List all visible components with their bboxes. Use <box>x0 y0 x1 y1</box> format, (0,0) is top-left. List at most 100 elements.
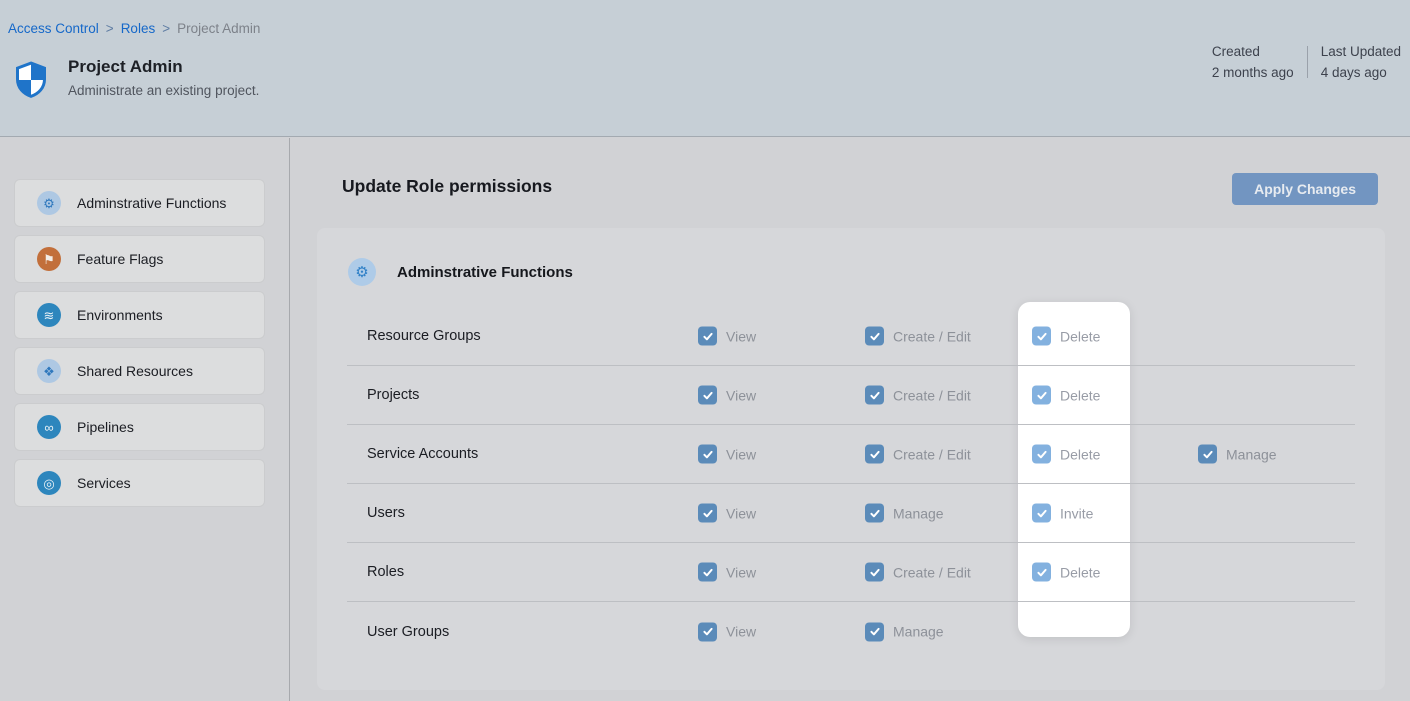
permission-projects-create-edit: Create / Edit <box>865 386 971 405</box>
permission-label: Create / Edit <box>893 387 971 403</box>
sidebar: ⚙ Adminstrative Functions ⚑ Feature Flags ≋E… <box>0 138 290 701</box>
page-title: Project Admin <box>68 57 183 77</box>
created-block: Created 2 months ago <box>1212 44 1294 80</box>
checkbox-view[interactable] <box>698 445 717 464</box>
resource-name: Projects <box>367 387 419 403</box>
permission-label: View <box>726 328 756 344</box>
permission-service-accounts-create-edit: Create / Edit <box>865 445 971 464</box>
permission-roles-delete: Delete <box>1032 563 1100 582</box>
checkbox-delete[interactable] <box>1032 386 1051 405</box>
permission-resource-groups-delete: Delete <box>1032 327 1100 346</box>
permission-resource-groups-create-edit: Create / Edit <box>865 327 971 346</box>
permissions-card: ⚙ Adminstrative Functions Resource Group… <box>317 228 1385 690</box>
permission-label: Delete <box>1060 564 1100 580</box>
permission-row-projects: Projects View Create / Edit Delete <box>347 366 1355 425</box>
card-title: Adminstrative Functions <box>397 264 573 281</box>
created-value: 2 months ago <box>1212 65 1294 80</box>
checkbox-view[interactable] <box>698 327 717 346</box>
sidebar-item-feature-flags[interactable]: ⚑ Feature Flags <box>14 235 265 283</box>
permission-label: View <box>726 624 756 640</box>
sidebar-nav: ⚙ Adminstrative Functions ⚑ Feature Flags ≋E… <box>0 138 289 507</box>
permission-roles-create-edit: Create / Edit <box>865 563 971 582</box>
resource-name: Roles <box>367 564 404 580</box>
checkbox-view[interactable] <box>698 622 717 641</box>
permission-label: View <box>726 505 756 521</box>
permission-user-groups-view: View <box>698 622 756 641</box>
flag-icon: ⚑ <box>37 247 61 271</box>
permission-row-roles: Roles View Create / Edit Delete <box>347 543 1355 602</box>
checkbox-create-edit[interactable] <box>865 327 884 346</box>
sidebar-item-shared-resources[interactable]: ❖ Shared Resources <box>14 347 265 395</box>
sidebar-item-adminstrative-functions[interactable]: ⚙ Adminstrative Functions <box>14 179 265 227</box>
permission-label: Delete <box>1060 446 1100 462</box>
checkbox-manage[interactable] <box>865 622 884 641</box>
permission-label: Create / Edit <box>893 446 971 462</box>
checkbox-delete[interactable] <box>1032 563 1051 582</box>
sidebar-item-services[interactable]: ◎ Services <box>14 459 265 507</box>
page-header: Access Control>Roles>Project Admin Proje… <box>0 0 1410 137</box>
checkbox-view[interactable] <box>698 504 717 523</box>
shield-icon <box>13 61 49 99</box>
permission-users-manage: Manage <box>865 504 944 523</box>
checkbox-create-edit[interactable] <box>865 563 884 582</box>
breadcrumb-item-project-admin: Project Admin <box>177 21 260 36</box>
page: Access Control>Roles>Project Admin Proje… <box>0 0 1410 701</box>
permission-rows: Resource GroupsViewCreate / EditDeletePr… <box>347 307 1355 661</box>
main-panel: Update Role permissions Apply Changes ⚙ … <box>290 138 1410 701</box>
permission-row-resource-groups: Resource Groups View Create / Edit Delete <box>347 307 1355 366</box>
sidebar-item-pipelines[interactable]: ∞Pipelines <box>14 403 265 451</box>
resource-name: Resource Groups <box>367 328 481 344</box>
checkbox-delete[interactable] <box>1032 327 1051 346</box>
breadcrumb-item-access-control[interactable]: Access Control <box>8 21 99 36</box>
permission-label: Create / Edit <box>893 328 971 344</box>
shared-resources-icon: ❖ <box>37 359 61 383</box>
permission-row-service-accounts: Service AccountsViewCreate / EditDeleteM… <box>347 425 1355 484</box>
permission-label: Manage <box>893 505 944 521</box>
breadcrumb-separator: > <box>106 21 114 36</box>
checkbox-view[interactable] <box>698 386 717 405</box>
permission-row-users: Users View Manage Invite <box>347 484 1355 543</box>
breadcrumb: Access Control>Roles>Project Admin <box>8 21 260 36</box>
permission-label: Invite <box>1060 505 1093 521</box>
sidebar-item-label: Shared Resources <box>77 363 193 379</box>
services-icon: ◎ <box>37 471 61 495</box>
breadcrumb-item-roles[interactable]: Roles <box>121 21 156 36</box>
sidebar-item-environments[interactable]: ≋Environments <box>14 291 265 339</box>
resource-name: Users <box>367 505 405 521</box>
section-title: Update Role permissions <box>342 176 552 197</box>
checkbox-manage[interactable] <box>1198 445 1217 464</box>
permission-label: Delete <box>1060 328 1100 344</box>
sidebar-item-label: Adminstrative Functions <box>77 195 226 211</box>
resource-name: Service Accounts <box>367 446 478 462</box>
permission-service-accounts-view: View <box>698 445 756 464</box>
checkbox-invite[interactable] <box>1032 504 1051 523</box>
last-updated-label: Last Updated <box>1321 44 1401 59</box>
permission-label: Delete <box>1060 387 1100 403</box>
gear-icon: ⚙ <box>348 258 376 286</box>
page-body: ⚙ Adminstrative Functions ⚑ Feature Flags ≋E… <box>0 138 1410 701</box>
permission-label: View <box>726 564 756 580</box>
role-meta: Created 2 months ago Last Updated 4 days… <box>1212 44 1401 80</box>
card-header: ⚙ Adminstrative Functions <box>348 258 573 286</box>
permission-roles-view: View <box>698 563 756 582</box>
resource-name: User Groups <box>367 624 449 640</box>
permission-label: Create / Edit <box>893 564 971 580</box>
permission-label: View <box>726 387 756 403</box>
permission-label: View <box>726 446 756 462</box>
apply-changes-button[interactable]: Apply Changes <box>1232 173 1378 205</box>
page-subtitle: Administrate an existing project. <box>68 83 259 98</box>
sidebar-item-label: Services <box>77 475 131 491</box>
sidebar-item-label: Pipelines <box>77 419 134 435</box>
sidebar-item-label: Feature Flags <box>77 251 163 267</box>
gear-icon: ⚙ <box>37 191 61 215</box>
checkbox-delete[interactable] <box>1032 445 1051 464</box>
checkbox-manage[interactable] <box>865 504 884 523</box>
checkbox-create-edit[interactable] <box>865 445 884 464</box>
permission-user-groups-manage: Manage <box>865 622 944 641</box>
environments-icon: ≋ <box>37 303 61 327</box>
checkbox-view[interactable] <box>698 563 717 582</box>
last-updated-block: Last Updated 4 days ago <box>1321 44 1401 80</box>
checkbox-create-edit[interactable] <box>865 386 884 405</box>
last-updated-value: 4 days ago <box>1321 65 1401 80</box>
permission-service-accounts-delete: Delete <box>1032 445 1100 464</box>
